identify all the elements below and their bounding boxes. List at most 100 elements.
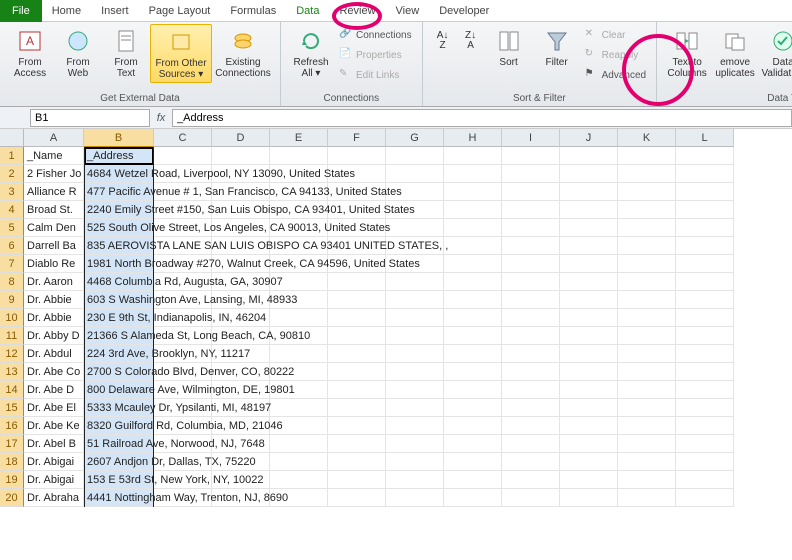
cell[interactable] <box>618 417 676 435</box>
data-validation-button[interactable]: Data Validation <box>759 24 792 81</box>
cell[interactable] <box>328 399 386 417</box>
cell-A20[interactable]: Dr. Abraha <box>24 489 84 507</box>
cell-B16[interactable]: 8320 Guilford Rd, Columbia, MD, 21046 <box>84 417 154 435</box>
cell[interactable] <box>386 471 444 489</box>
cell[interactable] <box>560 219 618 237</box>
cell-A1[interactable]: _Name <box>24 147 84 165</box>
cell[interactable] <box>618 345 676 363</box>
cell[interactable] <box>618 327 676 345</box>
cell[interactable] <box>444 201 502 219</box>
cell[interactable] <box>444 165 502 183</box>
cell[interactable] <box>386 165 444 183</box>
cell-B8[interactable]: 4468 Columbia Rd, Augusta, GA, 30907 <box>84 273 154 291</box>
cell[interactable] <box>618 435 676 453</box>
cell[interactable] <box>270 471 328 489</box>
cell[interactable] <box>502 327 560 345</box>
cell-B6[interactable]: 835 AEROVISTA LANE SAN LUIS OBISPO CA 93… <box>84 237 154 255</box>
cell[interactable] <box>560 147 618 165</box>
row-header-16[interactable]: 16 <box>0 417 24 435</box>
row-header-20[interactable]: 20 <box>0 489 24 507</box>
cell-A9[interactable]: Dr. Abbie <box>24 291 84 309</box>
cell-B12[interactable]: 224 3rd Ave, Brooklyn, NY, 11217 <box>84 345 154 363</box>
cell[interactable] <box>618 237 676 255</box>
cell[interactable] <box>444 453 502 471</box>
tab-view[interactable]: View <box>386 2 430 20</box>
cell[interactable] <box>560 291 618 309</box>
cell[interactable] <box>444 183 502 201</box>
tab-data[interactable]: Data <box>286 2 329 20</box>
cell[interactable] <box>444 363 502 381</box>
cell-A10[interactable]: Dr. Abbie <box>24 309 84 327</box>
cell[interactable] <box>560 345 618 363</box>
fx-icon[interactable]: fx <box>150 112 172 124</box>
cell-B5[interactable]: 525 South Olive Street, Los Angeles, CA … <box>84 219 154 237</box>
cell[interactable] <box>560 327 618 345</box>
cell[interactable] <box>676 237 734 255</box>
cell-B15[interactable]: 5333 Mcauley Dr, Ypsilanti, MI, 48197 <box>84 399 154 417</box>
edit-links-button[interactable]: ✎Edit Links <box>339 66 412 84</box>
cell-A17[interactable]: Dr. Abel B <box>24 435 84 453</box>
formula-input[interactable] <box>172 109 792 127</box>
cell[interactable] <box>502 147 560 165</box>
cell[interactable] <box>328 453 386 471</box>
cell-A11[interactable]: Dr. Abby D <box>24 327 84 345</box>
cell[interactable] <box>444 273 502 291</box>
cell-A4[interactable]: Broad St. <box>24 201 84 219</box>
cell[interactable] <box>618 201 676 219</box>
cell[interactable] <box>676 165 734 183</box>
cell[interactable] <box>618 147 676 165</box>
cell[interactable] <box>444 399 502 417</box>
cell[interactable] <box>560 399 618 417</box>
cell[interactable] <box>676 201 734 219</box>
cell[interactable] <box>676 363 734 381</box>
refresh-all-button[interactable]: Refresh All ▾ <box>287 24 335 81</box>
text-to-columns-button[interactable]: Text to Columns <box>663 24 711 81</box>
cell[interactable] <box>386 399 444 417</box>
cell[interactable] <box>386 453 444 471</box>
cell[interactable] <box>502 363 560 381</box>
cell[interactable] <box>560 471 618 489</box>
cell[interactable] <box>560 381 618 399</box>
cell[interactable] <box>618 399 676 417</box>
cell[interactable] <box>386 489 444 507</box>
cell[interactable] <box>444 435 502 453</box>
name-box[interactable] <box>30 109 150 127</box>
cell[interactable] <box>676 417 734 435</box>
col-header-I[interactable]: I <box>502 129 560 147</box>
cell[interactable] <box>270 399 328 417</box>
row-header-9[interactable]: 9 <box>0 291 24 309</box>
cell-B1[interactable]: _Address <box>84 147 154 165</box>
cell[interactable] <box>618 471 676 489</box>
cell[interactable] <box>676 147 734 165</box>
cell[interactable] <box>618 219 676 237</box>
cell[interactable] <box>386 219 444 237</box>
cell[interactable] <box>386 309 444 327</box>
cell-A12[interactable]: Dr. Abdul <box>24 345 84 363</box>
cell[interactable] <box>386 291 444 309</box>
cell[interactable] <box>386 327 444 345</box>
from-other-sources-button[interactable]: From Other Sources ▾ <box>150 24 212 83</box>
cell[interactable] <box>328 381 386 399</box>
cell[interactable] <box>328 291 386 309</box>
cell[interactable] <box>676 309 734 327</box>
cell[interactable] <box>444 291 502 309</box>
cell[interactable] <box>444 147 502 165</box>
cell[interactable] <box>560 165 618 183</box>
cell-A3[interactable]: Alliance R <box>24 183 84 201</box>
cell-B19[interactable]: 153 E 53rd St, New York, NY, 10022 <box>84 471 154 489</box>
col-header-E[interactable]: E <box>270 129 328 147</box>
cell[interactable] <box>618 291 676 309</box>
cell[interactable] <box>328 489 386 507</box>
cell[interactable] <box>676 345 734 363</box>
cell-A16[interactable]: Dr. Abe Ke <box>24 417 84 435</box>
cell-B3[interactable]: 477 Pacific Avenue # 1, San Francisco, C… <box>84 183 154 201</box>
cell[interactable] <box>618 165 676 183</box>
cell[interactable] <box>676 489 734 507</box>
row-header-1[interactable]: 1 <box>0 147 24 165</box>
cell[interactable] <box>560 273 618 291</box>
cell[interactable] <box>444 471 502 489</box>
col-header-G[interactable]: G <box>386 129 444 147</box>
cell[interactable] <box>212 147 270 165</box>
properties-button[interactable]: 📄Properties <box>339 46 412 64</box>
row-header-5[interactable]: 5 <box>0 219 24 237</box>
